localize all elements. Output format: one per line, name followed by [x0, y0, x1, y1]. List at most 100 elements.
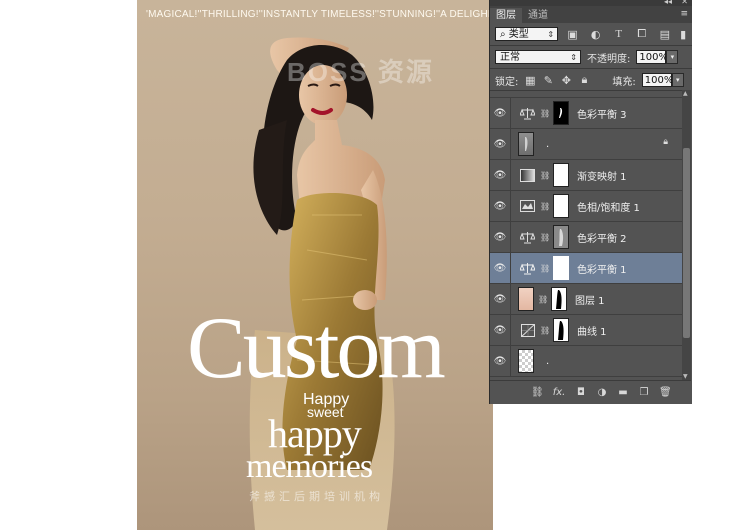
link-chain-icon[interactable]: ⛓: [540, 326, 550, 335]
visibility-eye-icon[interactable]: 👁︎: [490, 263, 510, 274]
layers-bottom-toolbar: ⛓ fx. ◘ ◑ ▬ ❐ 🗑︎: [490, 380, 691, 404]
layer-name: 色彩平衡 1: [577, 264, 627, 276]
layer-mask-thumb[interactable]: [553, 163, 569, 187]
link-chain-icon[interactable]: ⛓: [538, 295, 548, 304]
opacity-input[interactable]: 100%: [636, 50, 668, 64]
footer-chinese-text: 斧撼汇后期培训机构: [249, 490, 384, 503]
layer-row[interactable]: 👁︎ ⛓ 图层 1: [490, 283, 682, 315]
shape-filter-icon[interactable]: ⧠: [633, 27, 650, 41]
layer-row[interactable]: 👁︎ ⛓ 色相/饱和度 1: [490, 190, 682, 222]
scrollbar-thumb[interactable]: [683, 148, 690, 338]
link-chain-icon[interactable]: ⛓: [540, 233, 550, 242]
layer-name: 渐变映射 1: [577, 171, 627, 183]
delete-layer-icon[interactable]: 🗑︎: [659, 387, 672, 398]
layer-name: .: [546, 355, 550, 367]
layer-mask-thumb[interactable]: [553, 256, 569, 280]
visibility-eye-icon[interactable]: 👁︎: [490, 170, 510, 181]
layer-mask-thumb[interactable]: [551, 287, 567, 311]
fx-icon[interactable]: fx.: [552, 387, 566, 398]
opacity-label: 不透明度:: [587, 53, 631, 65]
panel-menu-icon[interactable]: ≡: [680, 9, 688, 19]
blend-mode-label: 正常: [500, 52, 520, 63]
review-quotes: 'MAGICAL!' 'THRILLING!' 'INSTANTLY TIMEL…: [146, 9, 493, 20]
layers-panel: ◂◂ ✕ 图层 通道 ≡ ⌕ 类型 ⇕ ▣ ◐ T ⧠ ▤ ▮ 正常 ⇕ 不透明…: [489, 0, 692, 404]
visibility-eye-icon[interactable]: 👁︎: [490, 139, 510, 150]
color-balance-icon: [519, 230, 536, 245]
fill-slider-button[interactable]: ▾: [671, 73, 684, 87]
layer-mask-thumb[interactable]: [553, 318, 569, 342]
gradient-map-icon: [519, 168, 536, 183]
filter-toggle-icon[interactable]: ▮: [679, 27, 687, 41]
quote-1: 'MAGICAL!': [146, 9, 200, 20]
lock-move-icon[interactable]: ✥: [560, 73, 572, 87]
visibility-eye-icon[interactable]: 👁︎: [490, 294, 510, 305]
link-chain-icon[interactable]: ⛓: [540, 202, 550, 211]
transparent-thumb[interactable]: [518, 349, 534, 373]
title-custom: Custom: [187, 300, 446, 397]
color-balance-icon: [519, 261, 536, 276]
layer-row[interactable]: 👁︎ . 🔒︎: [490, 128, 682, 160]
new-adjustment-icon[interactable]: ◑: [596, 387, 608, 398]
opacity-slider-button[interactable]: ▾: [666, 50, 679, 64]
poster-canvas: 'MAGICAL!' 'THRILLING!' 'INSTANTLY TIMEL…: [137, 0, 493, 530]
scroll-down-icon[interactable]: ▼: [683, 373, 688, 380]
layer-lock-icon: 🔒︎: [663, 137, 668, 147]
layer-row[interactable]: 👁︎ ⛓ 渐变映射 1: [490, 159, 682, 191]
add-mask-icon[interactable]: ◘: [575, 387, 587, 398]
layer-name: 色相/饱和度 1: [577, 202, 640, 214]
filter-row: ⌕ 类型 ⇕ ▣ ◐ T ⧠ ▤ ▮: [490, 23, 692, 45]
search-icon: ⌕: [500, 29, 506, 40]
adjustment-filter-icon[interactable]: ◐: [587, 27, 604, 41]
quote-3: 'INSTANTLY TIMELESS!': [260, 9, 378, 20]
type-filter-icon[interactable]: T: [610, 27, 627, 41]
layer-row-selected[interactable]: 👁︎ ⛓ 色彩平衡 1: [490, 252, 682, 284]
layer-mask-thumb[interactable]: [553, 194, 569, 218]
layer-name: 曲线 1: [577, 326, 607, 338]
layer-name: 色彩平衡 2: [577, 233, 627, 245]
image-filter-icon[interactable]: ▣: [564, 27, 581, 41]
lock-all-icon[interactable]: 🔒︎: [578, 73, 590, 87]
blend-mode-select[interactable]: 正常 ⇕: [495, 50, 581, 64]
new-group-icon[interactable]: ▬: [617, 387, 629, 398]
layer-mask-thumb[interactable]: [553, 101, 569, 125]
visibility-eye-icon[interactable]: 👁︎: [490, 201, 510, 212]
curves-icon: [519, 323, 536, 338]
new-layer-icon[interactable]: ❐: [638, 387, 650, 398]
tab-channels[interactable]: 通道: [522, 8, 554, 23]
layer-list: 👁︎ ⛓ 色彩平衡 3 👁︎ . 🔒︎ 👁︎ ⛓ 渐变映射 1 👁︎ ⛓ 色相/…: [490, 90, 682, 381]
quote-5: 'A DELIGHE!': [438, 9, 493, 20]
link-chain-icon[interactable]: ⛓: [540, 264, 550, 273]
link-chain-icon[interactable]: ⛓: [540, 109, 550, 118]
fill-label: 填充:: [612, 76, 636, 88]
quote-4: 'STUNNING!': [377, 9, 439, 20]
lock-label: 锁定:: [495, 76, 519, 88]
skin-thumb[interactable]: [518, 287, 534, 311]
watermark: BOSS 资源: [287, 57, 434, 87]
smart-object-filter-icon[interactable]: ▤: [656, 27, 673, 41]
color-balance-icon: [519, 106, 536, 121]
layer-row[interactable]: 👁︎ ⛓ 色彩平衡 3: [490, 97, 682, 129]
layer-name: .: [546, 138, 550, 150]
lock-transparent-icon[interactable]: ▦: [524, 73, 536, 87]
link-chain-icon[interactable]: ⛓: [540, 171, 550, 180]
link-layers-icon[interactable]: ⛓: [531, 387, 544, 398]
layer-mask-thumb[interactable]: [553, 225, 569, 249]
lock-row: 锁定: ▦ ✎ ✥ 🔒︎ 填充: 100% ▾: [490, 69, 692, 91]
visibility-eye-icon[interactable]: 👁︎: [490, 325, 510, 336]
visibility-eye-icon[interactable]: 👁︎: [490, 232, 510, 243]
filter-kind-select[interactable]: ⌕ 类型 ⇕: [495, 27, 559, 41]
lock-paint-icon[interactable]: ✎: [542, 73, 554, 87]
layers-scrollbar[interactable]: ▲ ▼: [682, 90, 691, 380]
fill-input[interactable]: 100%: [641, 73, 673, 87]
photo-thumb[interactable]: [518, 132, 534, 156]
visibility-eye-icon[interactable]: 👁︎: [490, 356, 510, 367]
scroll-up-icon[interactable]: ▲: [683, 90, 688, 97]
layer-row[interactable]: 👁︎ ⛓ 曲线 1: [490, 314, 682, 346]
layer-row[interactable]: 👁︎ ⛓ 色彩平衡 2: [490, 221, 682, 253]
quote-2: 'THRILLING!': [199, 9, 261, 20]
chevron-down-icon: ⇕: [570, 53, 577, 62]
visibility-eye-icon[interactable]: 👁︎: [490, 108, 510, 119]
layer-row[interactable]: 👁︎ .: [490, 345, 682, 377]
title-memories: memories: [246, 448, 373, 485]
tab-layers[interactable]: 图层: [490, 8, 522, 23]
